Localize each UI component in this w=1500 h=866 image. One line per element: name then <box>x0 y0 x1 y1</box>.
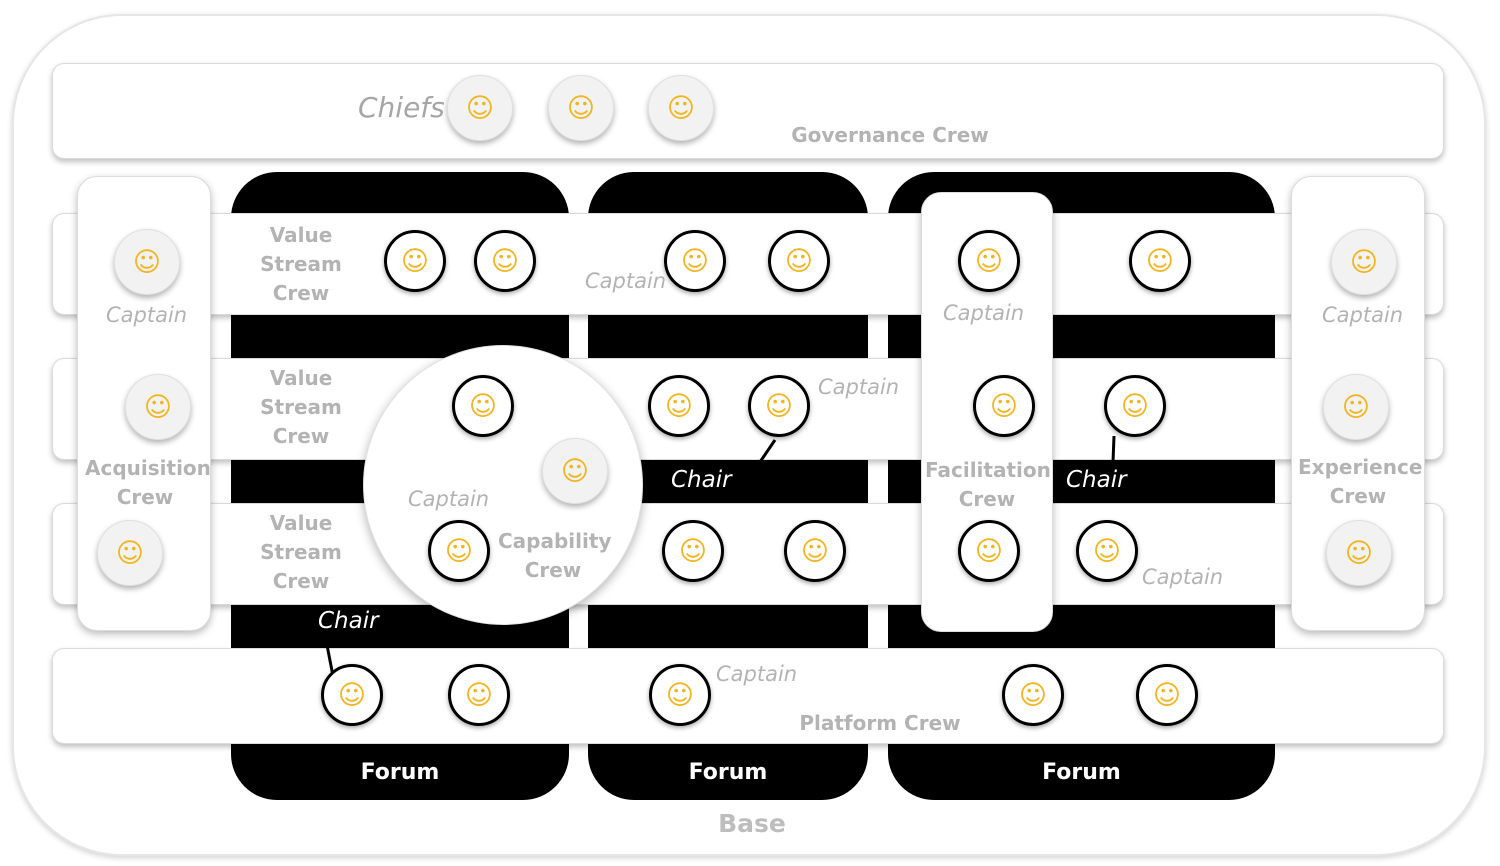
neutral-face-icon: ☺ <box>444 535 474 567</box>
smile-face-icon: ☺ <box>465 92 495 124</box>
platform-member-1: ☺ <box>321 664 383 726</box>
chair-label-2: Chair <box>671 467 732 493</box>
platform-member-5: ☺ <box>1136 664 1198 726</box>
tears-of-joy-face-icon: ☺ <box>468 390 498 422</box>
capability-member-1: ☺ <box>542 438 608 504</box>
forum-label-2: Forum <box>688 760 768 785</box>
captain-label-acquisition: Captain <box>106 303 188 327</box>
captain-label-experience: Captain <box>1322 303 1404 327</box>
captain-label-vs3: Captain <box>1142 565 1224 589</box>
vs2-member-3: ☺ <box>973 375 1035 437</box>
platform-member-2: ☺ <box>448 664 510 726</box>
governance-crew-label: Governance Crew <box>791 123 989 147</box>
chair-connector-3 <box>1111 435 1116 463</box>
value-stream-crew-label-3: Value Stream Crew <box>260 511 342 593</box>
captain-label-vs1: Captain <box>585 269 667 293</box>
platform-crew-label: Platform Crew <box>799 711 961 735</box>
expressionless-face-icon: ☺ <box>784 245 814 277</box>
chief-avatar-2: ☺ <box>548 75 614 141</box>
hugging-face-icon: ☺ <box>1018 679 1048 711</box>
forum-label-3: Forum <box>1042 760 1121 785</box>
grimace-face-icon: ☺ <box>1120 390 1150 422</box>
zipper-mouth-face-icon: ☺ <box>665 679 695 711</box>
acquisition-member-2: ☺ <box>125 374 191 440</box>
laugh-face-icon: ☺ <box>680 245 710 277</box>
surprised-face-icon: ☺ <box>132 246 162 278</box>
captain-label-capability: Captain <box>408 487 490 511</box>
chair-connectors <box>324 435 1116 677</box>
captain-label-facilitation: Captain <box>943 301 1025 325</box>
shush-face-icon: ☺ <box>1349 246 1379 278</box>
rofl-face-icon: ☺ <box>678 535 708 567</box>
vs1-member-3: ☺ <box>664 230 726 292</box>
hearts-face-icon: ☺ <box>115 537 145 569</box>
sunglasses-face-icon: ☺ <box>666 92 696 124</box>
vs1-member-5: ☺ <box>958 230 1020 292</box>
astonished-face-icon: ☺ <box>1145 245 1175 277</box>
vs2-member-2: ☺ <box>748 375 810 437</box>
sunglasses-face-icon: ☺ <box>1092 535 1122 567</box>
captain-label-platform: Captain <box>716 662 798 686</box>
platform-member-4: ☺ <box>1002 664 1064 726</box>
value-stream-crew-label-1: Value Stream Crew <box>260 223 342 305</box>
capability-member-2: ☺ <box>452 375 514 437</box>
vs3-member-3: ☺ <box>958 520 1020 582</box>
eye-roll-face-icon: ☺ <box>566 92 596 124</box>
capability-member-3: ☺ <box>428 520 490 582</box>
no-mouth-face-icon: ☺ <box>490 245 520 277</box>
acquisition-member-1: ☺ <box>114 229 180 295</box>
vs3-member-4: ☺ <box>1076 520 1138 582</box>
forum-label-1: Forum <box>360 760 440 785</box>
vs3-member-2: ☺ <box>784 520 846 582</box>
relieved-face-icon: ☺ <box>337 679 367 711</box>
vs3-member-1: ☺ <box>662 520 724 582</box>
experience-crew-label: Experience Crew <box>1298 455 1423 508</box>
chief-avatar-3: ☺ <box>648 75 714 141</box>
acquisition-crew-label: Acquisition Crew <box>85 456 211 509</box>
hmm-face-icon: ☺ <box>400 245 430 277</box>
acquisition-member-3: ☺ <box>97 520 163 586</box>
base-label: Base <box>718 809 786 838</box>
platform-member-3: ☺ <box>649 664 711 726</box>
blush-face-icon: ☺ <box>989 390 1019 422</box>
hushed-face-icon: ☺ <box>800 535 830 567</box>
star-struck-face-icon: ☺ <box>664 390 694 422</box>
facilitation-crew-label: Facilitation Crew <box>925 458 1051 511</box>
chair-label-3: Chair <box>1066 467 1127 493</box>
yum-face-icon: ☺ <box>560 455 590 487</box>
experience-member-3: ☺ <box>1326 520 1392 586</box>
chiefs-label: Chiefs <box>358 91 445 124</box>
captain-label-vs2: Captain <box>818 375 900 399</box>
experience-member-2: ☺ <box>1323 374 1389 440</box>
grin-sweat-face-icon: ☺ <box>1344 537 1374 569</box>
chair-label-1: Chair <box>318 608 379 634</box>
persevere-face-icon: ☺ <box>764 390 794 422</box>
wink-face-icon: ☺ <box>974 245 1004 277</box>
squint-laugh-face-icon: ☺ <box>464 679 494 711</box>
chief-avatar-1: ☺ <box>447 75 513 141</box>
vs1-member-1: ☺ <box>384 230 446 292</box>
capability-crew-label: Capability Crew <box>498 529 612 582</box>
hugging-face-icon: ☺ <box>1152 679 1182 711</box>
chair-connector-2 <box>758 439 777 463</box>
vs2-member-1: ☺ <box>648 375 710 437</box>
value-stream-crew-label-2: Value Stream Crew <box>260 366 342 448</box>
experience-member-1: ☺ <box>1331 229 1397 295</box>
vs1-member-6: ☺ <box>1129 230 1191 292</box>
zipper-face-icon: ☺ <box>974 535 1004 567</box>
vs2-member-4: ☺ <box>1104 375 1166 437</box>
smile-face-icon: ☺ <box>1341 391 1371 423</box>
vs1-member-2: ☺ <box>474 230 536 292</box>
vs1-member-4: ☺ <box>768 230 830 292</box>
dizzy-face-icon: ☺ <box>143 391 173 423</box>
